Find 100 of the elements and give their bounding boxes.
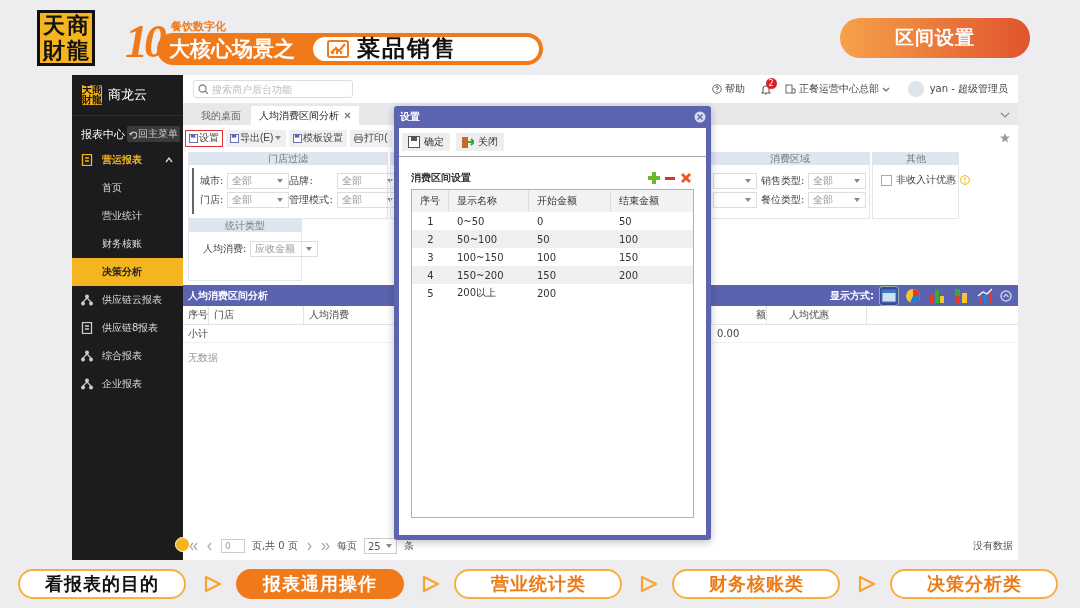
column-header: 开始金额: [528, 190, 610, 212]
table-cell-text: 0.00: [716, 327, 740, 341]
caret-icon: [305, 245, 314, 253]
table-cell-text: 150: [536, 269, 558, 281]
user-name[interactable]: yan - 超级管理员: [929, 82, 1008, 96]
table-cell-text: 100: [618, 233, 640, 245]
column-header: 门店: [209, 306, 304, 324]
select-field[interactable]: [713, 192, 757, 208]
sidebar-item[interactable]: 首页: [72, 174, 183, 202]
confirm-button[interactable]: 确定: [402, 133, 450, 151]
help-link[interactable]: 帮助: [711, 82, 745, 96]
close-button[interactable]: 关闭: [456, 133, 504, 151]
table-cell-text: 1: [426, 215, 435, 227]
status-text: 没有数据: [973, 539, 1013, 553]
view-mode-label: 显示方式:: [830, 288, 874, 303]
star-icon[interactable]: [1000, 133, 1010, 143]
column-header: 序号: [183, 306, 209, 324]
table-cell-text: 50: [618, 215, 633, 227]
chart-icon: [327, 37, 349, 60]
caret-icon: [384, 542, 393, 550]
sidebar-group[interactable]: 供应链云报表: [72, 286, 183, 314]
hierarchy-icon: [81, 378, 93, 390]
step-pill[interactable]: 看报表的目的: [18, 569, 186, 599]
toolbar-button[interactable]: 设置: [185, 129, 223, 147]
page-size-select[interactable]: 25: [363, 538, 397, 554]
select-field[interactable]: [713, 173, 757, 189]
tab[interactable]: 我的桌面: [193, 106, 249, 125]
sidebar-item[interactable]: 决策分析: [72, 258, 183, 286]
search-icon: [198, 84, 208, 94]
toolbar-button[interactable]: 模板设置: [289, 129, 348, 147]
sidebar-group[interactable]: 综合报表: [72, 342, 183, 370]
field-label: 销售类型:: [761, 174, 805, 188]
close-icon[interactable]: [344, 112, 351, 119]
toolbar-button[interactable]: 导出(E): [226, 129, 287, 147]
notification-badge: 2: [765, 77, 777, 89]
table-cell-text: 200: [536, 287, 558, 299]
tab[interactable]: 人均消费区间分析: [251, 106, 359, 125]
chevron-icon[interactable]: [1000, 111, 1010, 119]
bell-icon[interactable]: [760, 83, 771, 95]
per-page-label: 每页: [336, 539, 357, 553]
save-icon: [189, 133, 198, 143]
save-icon: [408, 136, 420, 148]
return-icon: [129, 129, 137, 139]
section-title: 消费区间设置: [411, 171, 471, 185]
dialog-title: 设置: [400, 110, 420, 124]
page-count: 页,共 0 页: [252, 539, 298, 553]
sidebar-item[interactable]: 财务核账: [72, 230, 183, 258]
table-cell-text: 0: [536, 215, 545, 227]
table-cell-text: 150: [618, 251, 640, 263]
logo-mark: 天商財龍: [82, 85, 102, 105]
caret-icon: [853, 177, 862, 185]
table-cell-text: 5: [426, 287, 435, 299]
view-mode-button[interactable]: [952, 286, 970, 305]
panel-title: 统计类型: [189, 220, 301, 232]
combo-chart-icon: [977, 287, 993, 304]
view-mode-button[interactable]: [880, 286, 898, 305]
view-mode-button[interactable]: [976, 286, 994, 305]
slogan-subtitle: 餐饮数字化: [171, 19, 227, 33]
back-button[interactable]: 回主菜单: [127, 126, 180, 142]
close-icon[interactable]: [694, 111, 706, 123]
table-cell-text: 2: [426, 233, 435, 245]
table-view-icon: [881, 287, 897, 304]
report-icon: [81, 154, 93, 166]
table-cell-text: 100: [536, 251, 558, 263]
panel-title: 其他: [873, 153, 958, 165]
first-page-icon[interactable]: [189, 541, 198, 551]
info-icon[interactable]: [960, 175, 970, 185]
sidebar-group[interactable]: 供应链8报表: [72, 314, 183, 342]
org-selector[interactable]: 正餐运营中心总部: [784, 82, 890, 96]
table-cell-text: 200以上: [456, 286, 498, 300]
sidebar-group[interactable]: 企业报表: [72, 370, 183, 398]
printer-icon: [354, 133, 364, 143]
checkbox-option[interactable]: 非收入计优惠: [873, 165, 958, 187]
report-icon: [81, 322, 93, 334]
sidebar-group[interactable]: 营运报表: [72, 146, 183, 174]
view-mode-button[interactable]: [904, 286, 922, 305]
previous-page-icon[interactable]: [205, 541, 214, 551]
play-arrow-icon: [640, 575, 658, 593]
bar-chart-icon: [929, 287, 945, 304]
last-page-icon[interactable]: [320, 541, 330, 551]
add-icon[interactable]: [648, 172, 660, 184]
column-header: 序号: [419, 194, 441, 208]
play-arrow-icon: [204, 575, 222, 593]
play-arrow-icon: [422, 575, 440, 593]
section-title: 报表中心: [81, 126, 125, 142]
table-cell-text: 4: [426, 269, 435, 281]
table-cell-text: 150~200: [456, 269, 505, 281]
building-icon: [784, 84, 796, 94]
sidebar-item[interactable]: 营业统计: [72, 202, 183, 230]
caret-icon: [385, 177, 394, 185]
checkbox[interactable]: [881, 174, 892, 186]
toolbar-button[interactable]: 打印(: [350, 129, 392, 147]
hierarchy-icon: [81, 294, 93, 306]
column-header: 额: [712, 306, 767, 324]
caret-icon: [276, 177, 285, 185]
collapse-icon[interactable]: [1000, 289, 1012, 302]
unit-label: 条: [403, 539, 414, 553]
delete-icon[interactable]: [680, 172, 692, 184]
caret-icon: [853, 196, 862, 204]
stacked-bar-icon: [953, 287, 969, 304]
